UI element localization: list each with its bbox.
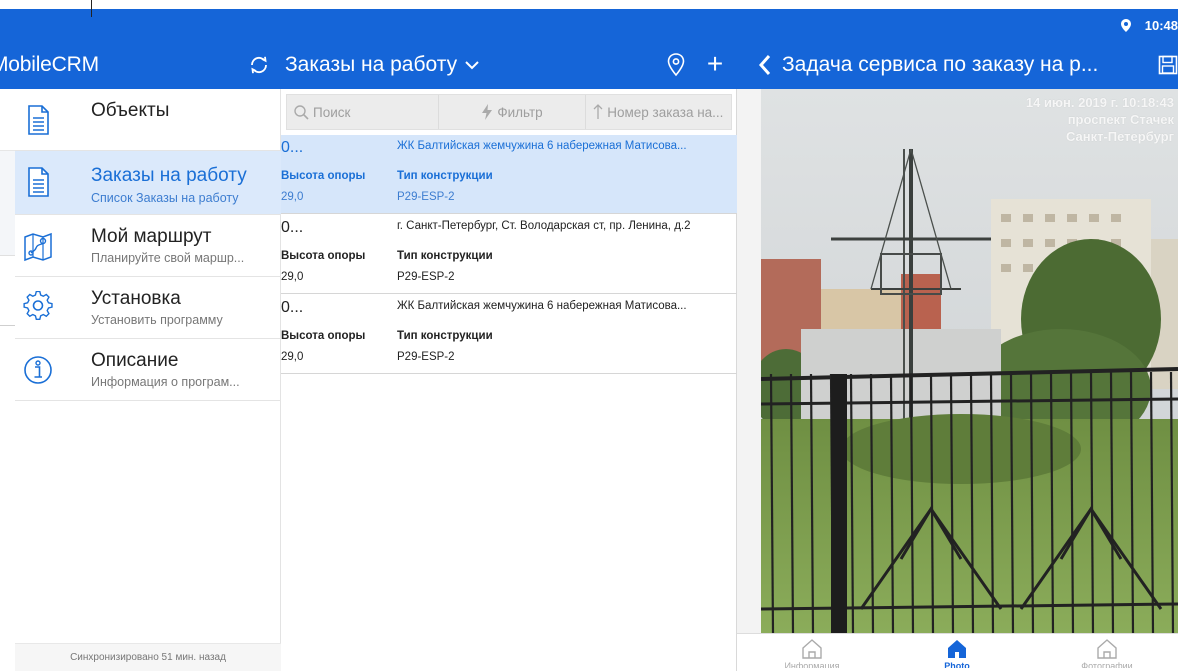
tab-label: Фотографии (1081, 661, 1133, 668)
gear-icon (23, 291, 53, 321)
photo-panel: 14 июн. 2019 г. 10:18:43 проспект Стачек… (737, 89, 1178, 633)
side-menu: Объекты Заказы на работу Список Заказы н… (15, 89, 281, 671)
location-pin-icon (1120, 18, 1131, 32)
route-map-icon (24, 232, 52, 262)
field-value-height: 29,0 (281, 191, 304, 203)
order-number: 0... (281, 139, 304, 156)
mouse-cursor-line (91, 0, 92, 17)
back-chevron-icon[interactable] (756, 53, 774, 77)
photo-stamp-street: проспект Стачек (1067, 112, 1174, 127)
field-value-type: P29-ESP-2 (397, 351, 455, 363)
site-photo[interactable]: 14 июн. 2019 г. 10:18:43 проспект Стачек… (761, 89, 1178, 633)
menu-item-objects[interactable]: Объекты (15, 89, 281, 151)
photo-stamp-date: 14 июн. 2019 г. 10:18:43 (1025, 95, 1174, 110)
tab-photo[interactable]: Photo (912, 638, 1002, 671)
order-number: 0... (281, 299, 304, 316)
background-edge-1 (0, 89, 15, 151)
sync-icon[interactable] (248, 54, 270, 76)
photo-timestamp: 14 июн. 2019 г. 10:18:43 проспект Стачек… (1026, 94, 1174, 145)
menu-item-title: Мой маршрут (91, 226, 212, 247)
menu-item-work-orders[interactable]: Заказы на работу Список Заказы на работу (15, 151, 281, 215)
filter-button[interactable]: Фильтр (439, 95, 586, 129)
menu-item-title: Установка (91, 288, 181, 309)
list-title: Заказы на работу (285, 53, 458, 76)
add-button[interactable]: + (702, 50, 728, 79)
app-bar: MobileCRM Заказы на работу + Задача серв… (0, 41, 1178, 89)
lightning-icon (482, 104, 493, 120)
app-window: 10:48 MobileCRM Заказы на работу + Задач… (0, 0, 1178, 671)
field-label-type: Тип конструкции (397, 170, 493, 182)
site-photo-image (761, 89, 1178, 633)
field-label-height: Высота опоры (281, 170, 366, 182)
menu-item-about[interactable]: Описание Информация о програм... (15, 339, 281, 401)
field-label-type: Тип конструкции (397, 330, 493, 342)
field-value-height: 29,0 (281, 271, 304, 283)
sync-status: Синхронизировано 51 мин. назад (15, 643, 281, 671)
list-title-dropdown[interactable]: Заказы на работу (285, 41, 479, 89)
map-pin-icon[interactable] (666, 52, 686, 78)
menu-item-title: Описание (91, 350, 179, 371)
list-item[interactable]: 0... ЖК Балтийская жемчужина 6 набережна… (281, 295, 737, 374)
order-address: г. Санкт-Петербург, Ст. Володарская ст, … (397, 220, 691, 232)
list-item[interactable]: 0... г. Санкт-Петербург, Ст. Володарская… (281, 215, 737, 294)
order-number: 0... (281, 219, 304, 236)
order-address: ЖК Балтийская жемчужина 6 набережная Мат… (397, 140, 687, 152)
work-orders-list: Поиск Фильтр Номер заказа на... 0... ЖК … (281, 89, 737, 671)
sort-button[interactable]: Номер заказа на... (586, 95, 731, 129)
info-icon (24, 356, 52, 384)
search-button[interactable]: Поиск (287, 95, 440, 129)
menu-item-setup[interactable]: Установка Установить программу (15, 277, 281, 339)
document-icon (28, 167, 49, 197)
filter-label: Фильтр (497, 104, 543, 120)
order-address: ЖК Балтийская жемчужина 6 набережная Мат… (397, 300, 687, 312)
background-edge-3 (0, 256, 15, 326)
field-label-type: Тип конструкции (397, 250, 493, 262)
menu-item-subtitle: Планируйте свой маршр... (91, 251, 245, 265)
list-toolbar: Поиск Фильтр Номер заказа на... (286, 94, 732, 130)
home-filled-icon (948, 640, 966, 658)
menu-item-subtitle: Установить программу (91, 313, 223, 327)
tab-information[interactable]: Информация (767, 638, 857, 671)
photo-stamp-city: Санкт-Петербург (1065, 129, 1174, 144)
sort-label: Номер заказа на... (607, 104, 724, 120)
field-label-height: Высота опоры (281, 250, 366, 262)
detail-title: Задача сервиса по заказу на р... (782, 53, 1099, 76)
menu-item-my-route[interactable]: Мой маршрут Планируйте свой маршр... (15, 215, 281, 277)
background-edge-4 (0, 326, 15, 671)
menu-item-subtitle: Список Заказы на работу (91, 191, 239, 205)
field-value-type: P29-ESP-2 (397, 271, 455, 283)
search-icon (294, 105, 309, 120)
tab-photos[interactable]: Фотографии (1062, 638, 1152, 671)
app-title-clip: MobileCRM (0, 41, 250, 89)
list-item[interactable]: 0... ЖК Балтийская жемчужина 6 набережна… (281, 135, 737, 214)
status-right: 10:48 (1120, 9, 1178, 41)
background-edge-2 (0, 151, 15, 256)
document-icon (28, 105, 49, 135)
status-time: 10:48 (1144, 17, 1178, 33)
search-label: Поиск (313, 104, 351, 120)
menu-item-title: Объекты (91, 100, 170, 121)
field-label-height: Высота опоры (281, 330, 366, 342)
home-outline-icon (1097, 639, 1117, 659)
tab-label: Информация (784, 661, 840, 668)
field-value-height: 29,0 (281, 351, 304, 363)
menu-item-subtitle: Информация о програм... (91, 375, 240, 389)
tab-label: Photo (944, 661, 970, 668)
top-strip (0, 0, 1178, 9)
arrow-up-icon (593, 104, 603, 119)
status-bar: 10:48 (0, 9, 1178, 41)
save-icon[interactable] (1158, 55, 1178, 75)
field-value-type: P29-ESP-2 (397, 191, 455, 203)
chevron-down-icon (465, 61, 479, 70)
home-outline-icon (802, 639, 822, 659)
bottom-tab-bar: Информация Photo Фотографии (737, 633, 1178, 671)
app-title: MobileCRM (0, 53, 99, 76)
menu-item-title: Заказы на работу (91, 165, 247, 186)
